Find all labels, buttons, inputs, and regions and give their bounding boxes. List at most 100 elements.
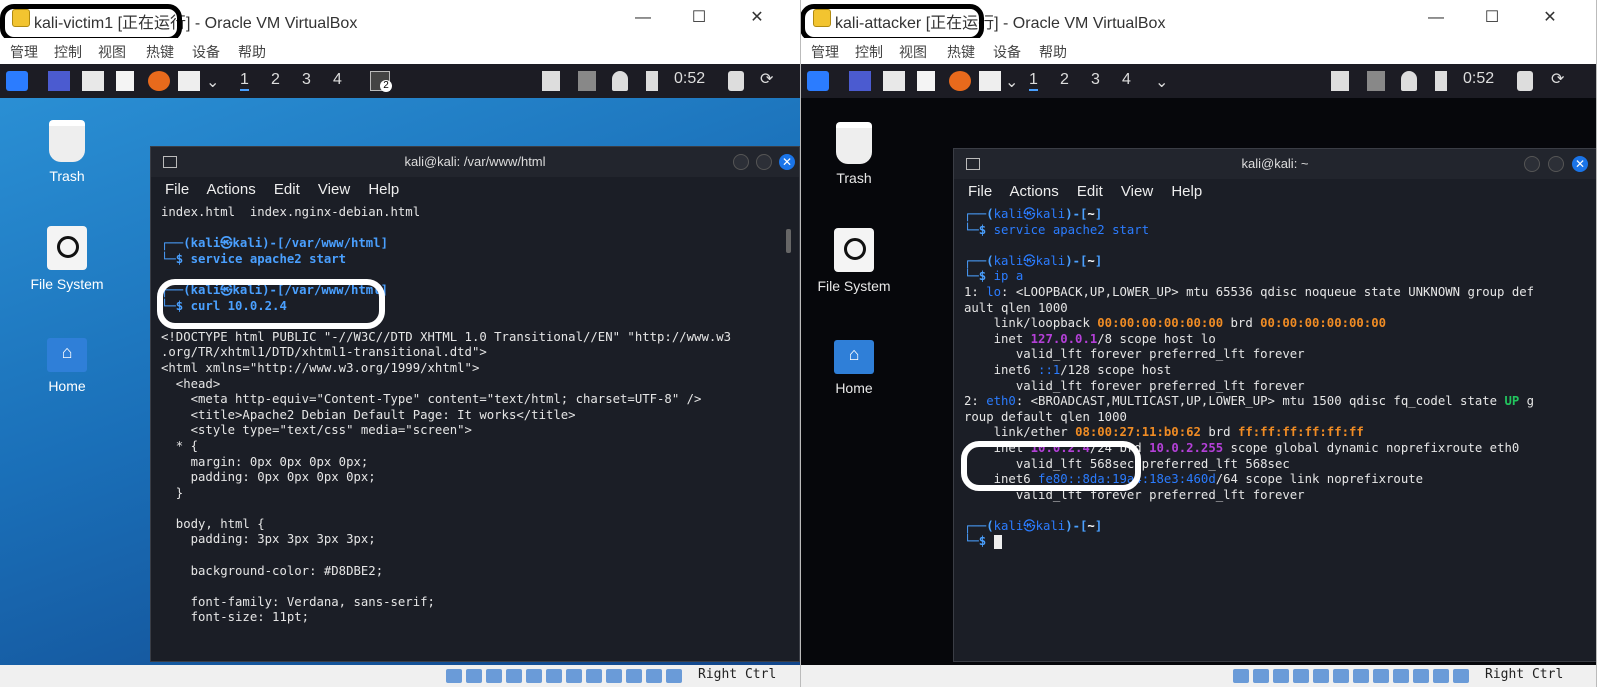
- lock-icon[interactable]: [728, 71, 744, 91]
- menu-help[interactable]: 帮助: [1039, 42, 1067, 62]
- terminal-icon[interactable]: [979, 71, 1001, 91]
- desktop-icon-label: Home: [835, 380, 873, 396]
- minimize-button[interactable]: [733, 154, 749, 170]
- text-editor-icon[interactable]: [917, 71, 935, 91]
- kali-panel: ⌄ 1 2 3 4 ⌄ 0:52 ⟳: [801, 64, 1596, 98]
- battery-icon[interactable]: [646, 71, 658, 91]
- maximize-button[interactable]: ☐: [1469, 4, 1515, 32]
- status-device-icons[interactable]: [1233, 669, 1469, 683]
- minimize-button[interactable]: —: [1413, 4, 1459, 32]
- vbox-menubar: 管理 控制 视图 热键 设备 帮助: [801, 38, 1596, 64]
- panel-clock[interactable]: 0:52: [674, 70, 705, 88]
- vm-window-attacker: kali-attacker [正在运行] - Oracle VM Virtual…: [801, 0, 1597, 687]
- menu-hotkey[interactable]: 热键: [146, 42, 174, 62]
- power-icon[interactable]: ⟳: [760, 69, 773, 89]
- workspace-4[interactable]: 4: [333, 71, 342, 89]
- chevron-down-icon[interactable]: ⌄: [206, 72, 219, 92]
- close-button[interactable]: ✕: [734, 4, 780, 32]
- chevron-down-icon[interactable]: ⌄: [1155, 72, 1168, 92]
- menu-view[interactable]: 视图: [899, 42, 927, 62]
- vbox-menubar: 管理 控制 视图 热键 设备 帮助: [0, 38, 800, 64]
- maximize-button[interactable]: [756, 154, 772, 170]
- desktop-icon-filesystem[interactable]: File System: [809, 228, 899, 294]
- volume-muted-icon[interactable]: [1367, 71, 1385, 91]
- notification-bell-icon[interactable]: [1401, 71, 1417, 91]
- panel-clock[interactable]: 0:52: [1463, 70, 1494, 88]
- terminal-output[interactable]: index.html index.nginx-debian.html ┌──(k…: [151, 203, 799, 628]
- menu-actions[interactable]: Actions: [207, 181, 256, 198]
- menu-devices[interactable]: 设备: [192, 42, 220, 62]
- show-desktop-icon[interactable]: [849, 71, 871, 91]
- desktop-icon-home[interactable]: Home: [809, 340, 899, 396]
- menu-manage[interactable]: 管理: [811, 42, 839, 62]
- workspace-1[interactable]: 1: [240, 71, 249, 91]
- terminal-window[interactable]: kali@kali: ~ ✕ File Actions Edit View He…: [953, 148, 1596, 662]
- vbox-statusbar: Right Ctrl: [0, 665, 800, 687]
- notification-bell-icon[interactable]: [612, 71, 628, 91]
- menu-view[interactable]: 视图: [98, 42, 126, 62]
- close-button[interactable]: ✕: [779, 154, 795, 170]
- menu-manage[interactable]: 管理: [10, 42, 38, 62]
- workspace-3[interactable]: 3: [302, 71, 311, 89]
- menu-view[interactable]: View: [1121, 183, 1153, 200]
- menu-help[interactable]: Help: [368, 181, 399, 198]
- terminal-scrollbar[interactable]: [786, 229, 791, 253]
- terminal-icon[interactable]: [178, 71, 200, 91]
- text-editor-icon[interactable]: [116, 71, 134, 91]
- network-icon[interactable]: [1331, 71, 1349, 91]
- desktop-icon-trash[interactable]: Trash: [22, 120, 112, 184]
- host-key-label: Right Ctrl: [1485, 667, 1564, 682]
- menu-control[interactable]: 控制: [855, 42, 883, 62]
- volume-muted-icon[interactable]: [578, 71, 596, 91]
- desktop-icon-trash[interactable]: Trash: [809, 122, 899, 186]
- close-button[interactable]: ✕: [1527, 4, 1573, 32]
- workspace-4[interactable]: 4: [1122, 71, 1131, 89]
- close-button[interactable]: ✕: [1572, 156, 1588, 172]
- battery-icon[interactable]: [1435, 71, 1447, 91]
- terminal-icon: [966, 158, 980, 170]
- minimize-button[interactable]: [1524, 156, 1540, 172]
- chevron-down-icon[interactable]: ⌄: [1005, 72, 1018, 92]
- kali-menu-icon[interactable]: [6, 71, 28, 91]
- show-desktop-icon[interactable]: [48, 71, 70, 91]
- terminal-window[interactable]: kali@kali: /var/www/html ✕ File Actions …: [150, 146, 800, 662]
- status-device-icons[interactable]: [446, 669, 682, 683]
- task-count-badge: 2: [380, 80, 392, 92]
- terminal-output[interactable]: ┌──(kali㉿kali)-[~] └─$ service apache2 s…: [954, 205, 1596, 552]
- menu-view[interactable]: View: [318, 181, 350, 198]
- menu-control[interactable]: 控制: [54, 42, 82, 62]
- menu-devices[interactable]: 设备: [993, 42, 1021, 62]
- network-icon[interactable]: [542, 71, 560, 91]
- trash-icon: [49, 120, 85, 162]
- workspace-3[interactable]: 3: [1091, 71, 1100, 89]
- firefox-icon[interactable]: [148, 71, 170, 91]
- trash-icon: [836, 122, 872, 164]
- prompt-line: ┌──(kali㉿kali)-[/var/www/html]: [161, 236, 388, 251]
- menu-help[interactable]: 帮助: [238, 42, 266, 62]
- firefox-icon[interactable]: [949, 71, 971, 91]
- menu-hotkey[interactable]: 热键: [947, 42, 975, 62]
- terminal-titlebar[interactable]: kali@kali: ~ ✕: [954, 149, 1596, 179]
- minimize-button[interactable]: —: [620, 4, 666, 32]
- kali-menu-icon[interactable]: [807, 71, 829, 91]
- maximize-button[interactable]: ☐: [676, 4, 722, 32]
- workspace-1[interactable]: 1: [1029, 71, 1038, 91]
- desktop-icon-filesystem[interactable]: File System: [22, 226, 112, 292]
- desktop-icon-home[interactable]: Home: [22, 338, 112, 394]
- power-icon[interactable]: ⟳: [1551, 69, 1564, 89]
- file-manager-icon[interactable]: [883, 71, 905, 91]
- lock-icon[interactable]: [1517, 71, 1533, 91]
- menu-actions[interactable]: Actions: [1010, 183, 1059, 200]
- file-manager-icon[interactable]: [82, 71, 104, 91]
- menu-edit[interactable]: Edit: [1077, 183, 1103, 200]
- menu-file[interactable]: File: [968, 183, 992, 200]
- menu-edit[interactable]: Edit: [274, 181, 300, 198]
- menu-help[interactable]: Help: [1171, 183, 1202, 200]
- workspace-2[interactable]: 2: [271, 71, 280, 89]
- terminal-titlebar[interactable]: kali@kali: /var/www/html ✕: [151, 147, 799, 177]
- workspace-2[interactable]: 2: [1060, 71, 1069, 89]
- menu-file[interactable]: File: [165, 181, 189, 198]
- vm-window-victim: kali-victim1 [正在运行] - Oracle VM VirtualB…: [0, 0, 801, 687]
- maximize-button[interactable]: [1548, 156, 1564, 172]
- terminal-menubar: File Actions Edit View Help: [151, 177, 799, 203]
